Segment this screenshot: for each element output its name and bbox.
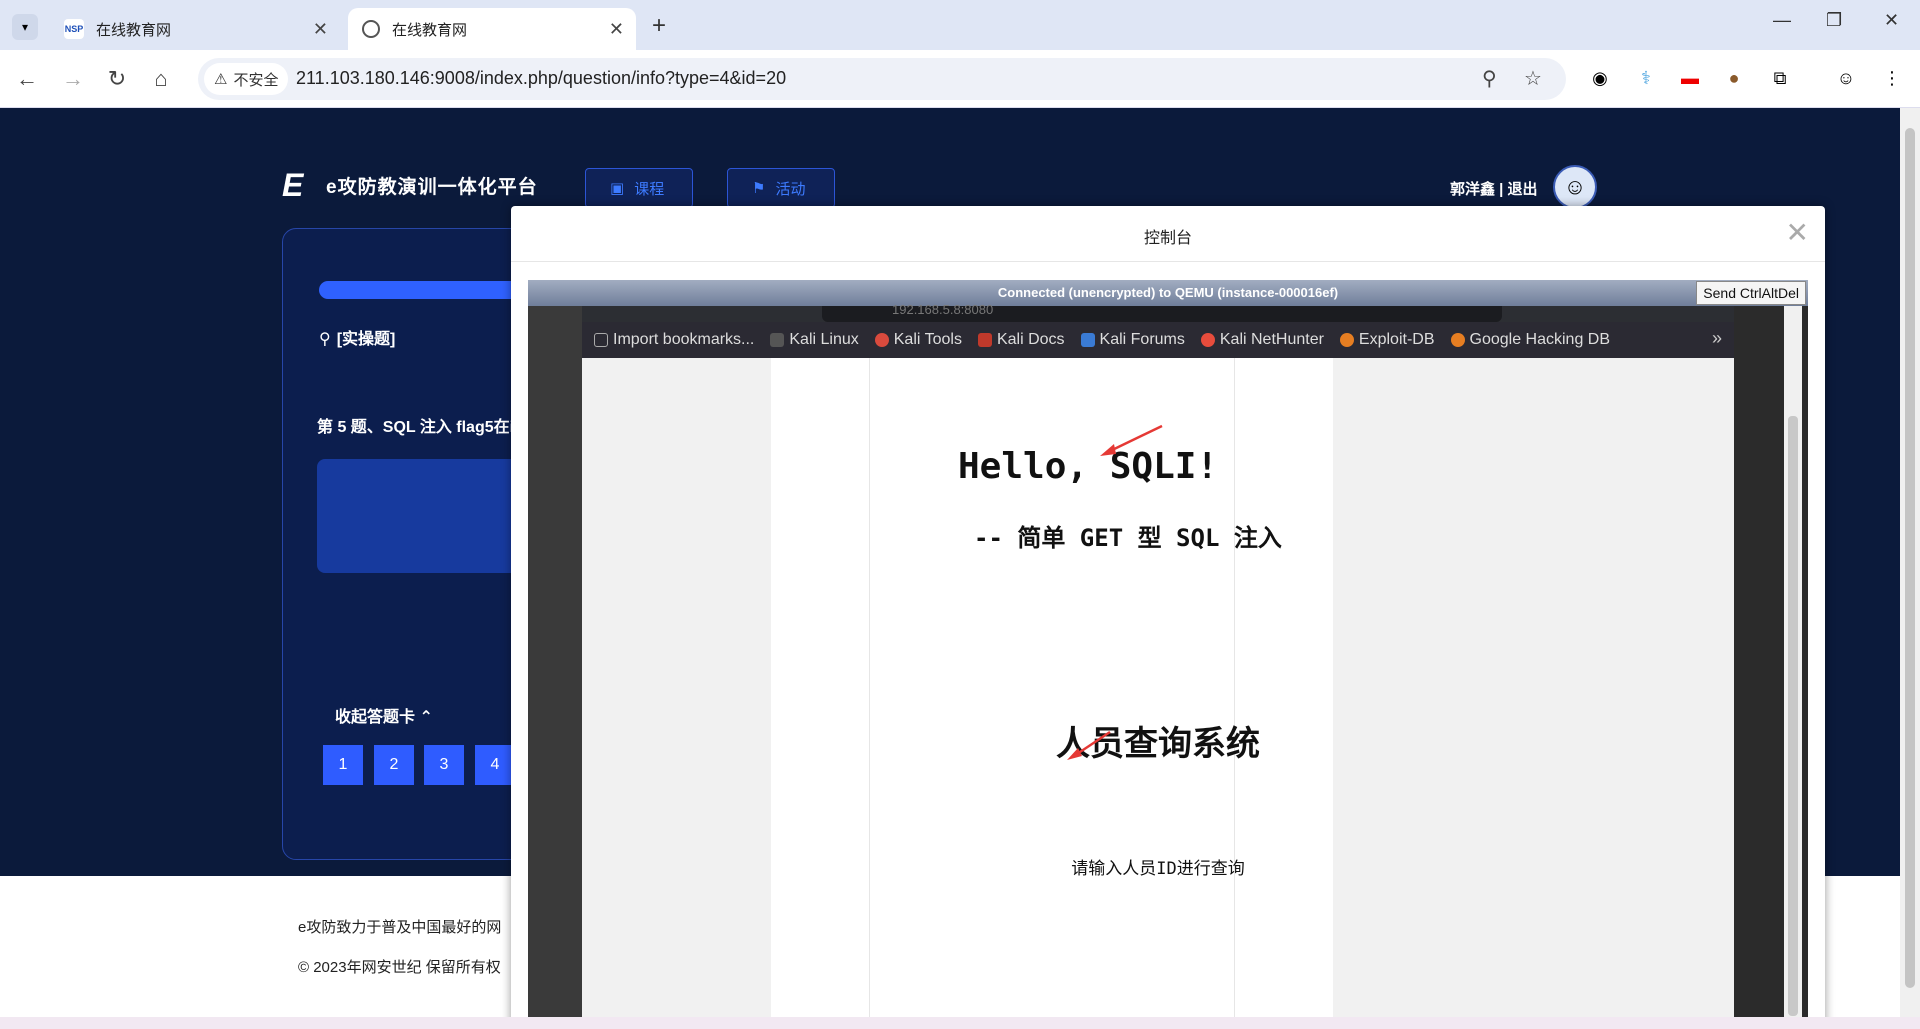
kali-bookmarks-bar: Import bookmarks... Kali Linux Kali Tool… <box>582 322 1734 358</box>
close-window-button[interactable]: ✕ <box>1884 10 1899 31</box>
tab-strip: ▾ NSP 在线教育网 ✕ 在线教育网 ✕ + — ❐ ✕ <box>0 0 1920 50</box>
chevron-double-right-icon[interactable]: » <box>1712 328 1722 349</box>
zoom-icon[interactable]: ⚲ <box>1482 66 1497 91</box>
question-number-button[interactable]: 1 <box>323 745 363 785</box>
extension-flag-icon[interactable]: ▬ <box>1678 66 1702 90</box>
tab-title: 在线教育网 <box>96 21 172 39</box>
kali-forums-icon <box>1080 333 1095 347</box>
chevron-down-icon: ▾ <box>21 20 29 34</box>
back-button[interactable]: ← <box>12 64 42 94</box>
modal-title: 控制台 <box>1143 230 1192 247</box>
security-label: 不安全 <box>233 71 279 89</box>
console-modal: 控制台 ✕ Connected (unencrypted) to QEMU (i… <box>511 206 1825 1029</box>
scrollbar-thumb[interactable] <box>1905 128 1915 988</box>
menu-kebab-icon[interactable]: ⋮ <box>1880 66 1904 90</box>
collapse-answer-card-button[interactable]: 收起答题卡 ⌃ <box>335 703 433 727</box>
browser-toolbar: ← → ↻ ⌂ ⚠ 不安全 211.103.180.146:9008/index… <box>0 50 1920 108</box>
vnc-right-panel <box>1734 306 1808 1029</box>
kali-url-bar[interactable]: 192.168.5.8:8080 <box>822 303 1502 322</box>
ghdb-icon <box>1450 333 1465 347</box>
security-chip[interactable]: ⚠ 不安全 <box>204 63 289 95</box>
kali-tools-icon <box>874 333 889 347</box>
footer-tagline: e攻防致力于普及中国最好的网 <box>298 919 502 936</box>
bookmark-exploit-db[interactable]: Exploit-DB <box>1339 331 1435 349</box>
close-tab-icon[interactable]: ✕ <box>313 19 328 40</box>
exploit-db-icon <box>1339 333 1354 347</box>
scrollbar-thumb[interactable] <box>1788 416 1798 1016</box>
kali-dragon-icon <box>770 333 785 347</box>
minimize-button[interactable]: — <box>1773 10 1791 31</box>
question-number-button[interactable]: 4 <box>475 745 515 785</box>
bookmark-google-hacking-db[interactable]: Google Hacking DB <box>1450 331 1610 349</box>
question-number-button[interactable]: 3 <box>424 745 464 785</box>
bookmark-kali-forums[interactable]: Kali Forums <box>1080 331 1185 349</box>
bookmark-kali-nethunter[interactable]: Kali NetHunter <box>1200 331 1324 349</box>
tab-search-button[interactable]: ▾ <box>12 14 38 40</box>
reload-button[interactable]: ↻ <box>102 64 132 94</box>
nav-activities[interactable]: ⚑ 活动 <box>727 168 835 208</box>
kali-vm-screen[interactable]: 192.168.5.8:8080 Import bookmarks... Kal… <box>582 303 1734 1029</box>
vnc-status-text: Connected (unencrypted) to QEMU (instanc… <box>997 285 1339 300</box>
site-logo[interactable]: E e攻防教演训一体化平台 <box>282 167 538 203</box>
nav-label: 活动 <box>775 180 806 198</box>
url-text[interactable]: 211.103.180.146:9008/index.php/question/… <box>296 68 786 89</box>
flag-icon: ⚑ <box>752 180 766 197</box>
send-ctrl-alt-del-button[interactable]: Send CtrlAltDel <box>1696 281 1806 305</box>
address-bar[interactable]: ⚠ 不安全 211.103.180.146:9008/index.php/que… <box>198 58 1566 100</box>
bookmark-kali-tools[interactable]: Kali Tools <box>874 331 962 349</box>
logo-text: e攻防教演训一体化平台 <box>326 176 538 198</box>
bookmark-import[interactable]: Import bookmarks... <box>594 331 754 349</box>
close-tab-icon[interactable]: ✕ <box>609 19 624 40</box>
extensions-puzzle-icon[interactable]: ⧉ <box>1768 66 1792 90</box>
nethunter-icon <box>1200 333 1215 347</box>
footer-copyright: © 2023年网安世纪 保留所有权 <box>298 959 501 976</box>
extension-cookie-icon[interactable]: ● <box>1722 66 1746 90</box>
red-arrow-icon <box>1100 424 1163 456</box>
page-scrollbar[interactable] <box>1900 108 1920 1029</box>
question-type-label: [实操题] <box>336 331 396 348</box>
nav-courses[interactable]: ▣ 课程 <box>585 168 693 208</box>
forward-button[interactable]: → <box>58 64 88 94</box>
question-title: 第 5 题、SQL 注入 flag5在i <box>317 419 515 436</box>
modal-header: 控制台 ✕ <box>511 206 1825 262</box>
site-favicon-icon: NSP <box>64 19 84 39</box>
new-tab-button[interactable]: + <box>652 12 666 40</box>
profile-avatar-icon[interactable]: ☺ <box>1834 66 1858 90</box>
tab-inactive[interactable]: NSP 在线教育网 ✕ <box>50 8 340 50</box>
book-icon: ▣ <box>610 180 625 197</box>
nav-label: 课程 <box>634 180 665 198</box>
restore-button[interactable]: ❐ <box>1826 10 1842 31</box>
kali-docs-icon <box>977 333 992 347</box>
annotation-arrows <box>1067 424 1163 760</box>
bookmark-kali-linux[interactable]: Kali Linux <box>770 331 859 349</box>
location-pin-icon: ⚲ <box>319 331 331 348</box>
vnc-status-bar: Connected (unencrypted) to QEMU (instanc… <box>528 280 1808 306</box>
tab-active[interactable]: 在线教育网 ✕ <box>348 8 636 50</box>
home-button[interactable]: ⌂ <box>146 64 176 94</box>
bookmark-kali-docs[interactable]: Kali Docs <box>977 331 1065 349</box>
globe-icon <box>362 20 380 38</box>
close-modal-icon[interactable]: ✕ <box>1786 216 1809 249</box>
tab-title: 在线教育网 <box>392 21 468 39</box>
sqli-lab-page: Hello, SQLI! -- 简单 GET 型 SQL 注入 人员查询系统 请… <box>582 358 1734 1029</box>
question-type: ⚲ [实操题] <box>319 325 395 349</box>
bookmark-star-icon[interactable]: ☆ <box>1524 66 1542 91</box>
warning-icon: ⚠ <box>214 71 228 88</box>
kali-browser-toolbar: 192.168.5.8:8080 <box>582 303 1734 322</box>
kali-page-scrollbar[interactable] <box>1784 306 1802 1029</box>
red-arrow-icon <box>1067 730 1111 760</box>
logo-e-icon: E <box>282 167 305 203</box>
extension-translate-icon[interactable]: ⚕ <box>1634 66 1658 90</box>
import-icon <box>594 333 608 347</box>
extension-circle-icon[interactable]: ◉ <box>1588 66 1612 90</box>
question-number-button[interactable]: 2 <box>374 745 414 785</box>
window-bottom-edge <box>0 1017 1920 1029</box>
user-links[interactable]: 郭洋鑫 | 退出 <box>1450 178 1538 199</box>
vnc-viewer[interactable]: Connected (unencrypted) to QEMU (instanc… <box>528 280 1808 1029</box>
avatar[interactable]: ☺ <box>1553 165 1597 209</box>
